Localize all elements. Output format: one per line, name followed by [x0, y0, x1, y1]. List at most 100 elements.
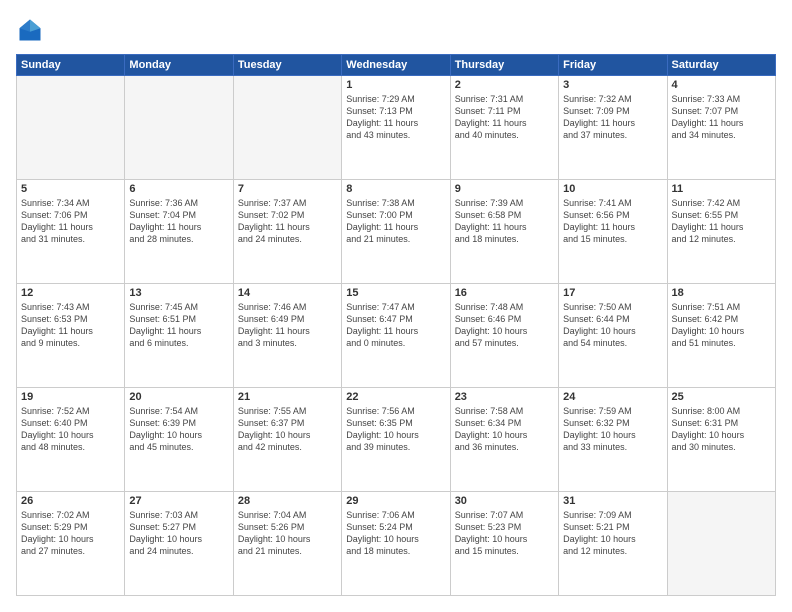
calendar-cell: 31Sunrise: 7:09 AM Sunset: 5:21 PM Dayli… [559, 492, 667, 596]
day-number: 11 [672, 183, 771, 195]
day-info: Sunrise: 7:06 AM Sunset: 5:24 PM Dayligh… [346, 509, 445, 558]
calendar-cell: 12 Sunrise: 7:43 AM Sunset: 6:53 PM Dayli… [17, 284, 125, 388]
day-info: Sunrise: 7:33 AM Sunset: 7:07 PM Dayligh… [672, 93, 771, 142]
day-number: 19 [21, 391, 120, 403]
weekday-header-row: SundayMondayTuesdayWednesdayThursdayFrid… [17, 55, 776, 76]
day-info: Sunrise: 7:58 AM Sunset: 6:34 PM Dayligh… [455, 405, 554, 454]
day-info: Sunrise: 7:52 AM Sunset: 6:40 PM Dayligh… [21, 405, 120, 454]
day-info: Sunrise: 7:39 AM Sunset: 6:58 PM Dayligh… [455, 197, 554, 246]
day-info: Sunrise: 7:42 AM Sunset: 6:55 PM Dayligh… [672, 197, 771, 246]
day-number: 27 [129, 495, 228, 507]
calendar-cell: 13 Sunrise: 7:45 AM Sunset: 6:51 PM Dayli… [125, 284, 233, 388]
day-info: Sunrise: 7:36 AM Sunset: 7:04 PM Dayligh… [129, 197, 228, 246]
calendar-cell [17, 76, 125, 180]
day-number: 5 [21, 183, 120, 195]
day-info: Sunrise: 7:55 AM Sunset: 6:37 PM Dayligh… [238, 405, 337, 454]
day-number: 13 [129, 287, 228, 299]
week-row-3: 12 Sunrise: 7:43 AM Sunset: 6:53 PM Dayli… [17, 284, 776, 388]
calendar-cell: 4 Sunrise: 7:33 AM Sunset: 7:07 PM Daylig… [667, 76, 775, 180]
weekday-header-tuesday: Tuesday [233, 55, 341, 76]
day-number: 18 [672, 287, 771, 299]
day-number: 12 [21, 287, 120, 299]
day-number: 7 [238, 183, 337, 195]
day-number: 23 [455, 391, 554, 403]
day-info: Sunrise: 7:51 AM Sunset: 6:42 PM Dayligh… [672, 301, 771, 350]
logo-icon [16, 16, 44, 44]
calendar-cell: 5 Sunrise: 7:34 AM Sunset: 7:06 PM Daylig… [17, 180, 125, 284]
calendar-cell [667, 492, 775, 596]
day-info: Sunrise: 7:03 AM Sunset: 5:27 PM Dayligh… [129, 509, 228, 558]
day-info: Sunrise: 7:45 AM Sunset: 6:51 PM Dayligh… [129, 301, 228, 350]
calendar-cell: 7 Sunrise: 7:37 AM Sunset: 7:02 PM Daylig… [233, 180, 341, 284]
day-number: 21 [238, 391, 337, 403]
day-number: 10 [563, 183, 662, 195]
week-row-1: 1Sunrise: 7:29 AM Sunset: 7:13 PM Daylig… [17, 76, 776, 180]
calendar-cell: 11 Sunrise: 7:42 AM Sunset: 6:55 PM Dayli… [667, 180, 775, 284]
calendar-cell: 18 Sunrise: 7:51 AM Sunset: 6:42 PM Dayli… [667, 284, 775, 388]
day-info: Sunrise: 7:59 AM Sunset: 6:32 PM Dayligh… [563, 405, 662, 454]
day-info: Sunrise: 7:47 AM Sunset: 6:47 PM Dayligh… [346, 301, 445, 350]
calendar-cell: 9 Sunrise: 7:39 AM Sunset: 6:58 PM Daylig… [450, 180, 558, 284]
day-info: Sunrise: 7:43 AM Sunset: 6:53 PM Dayligh… [21, 301, 120, 350]
calendar-cell: 26 Sunrise: 7:02 AM Sunset: 5:29 PM Dayli… [17, 492, 125, 596]
weekday-header-friday: Friday [559, 55, 667, 76]
day-info: Sunrise: 7:34 AM Sunset: 7:06 PM Dayligh… [21, 197, 120, 246]
day-number: 6 [129, 183, 228, 195]
day-number: 29 [346, 495, 445, 507]
calendar-cell: 16 Sunrise: 7:48 AM Sunset: 6:46 PM Dayli… [450, 284, 558, 388]
day-info: Sunrise: 7:54 AM Sunset: 6:39 PM Dayligh… [129, 405, 228, 454]
day-info: Sunrise: 7:31 AM Sunset: 7:11 PM Dayligh… [455, 93, 554, 142]
weekday-header-sunday: Sunday [17, 55, 125, 76]
day-number: 30 [455, 495, 554, 507]
week-row-5: 26 Sunrise: 7:02 AM Sunset: 5:29 PM Dayli… [17, 492, 776, 596]
day-number: 3 [563, 79, 662, 91]
week-row-2: 5 Sunrise: 7:34 AM Sunset: 7:06 PM Daylig… [17, 180, 776, 284]
day-number: 17 [563, 287, 662, 299]
calendar-cell: 30 Sunrise: 7:07 AM Sunset: 5:23 PM Dayli… [450, 492, 558, 596]
day-number: 4 [672, 79, 771, 91]
day-info: Sunrise: 7:56 AM Sunset: 6:35 PM Dayligh… [346, 405, 445, 454]
day-info: Sunrise: 7:32 AM Sunset: 7:09 PM Dayligh… [563, 93, 662, 142]
logo [16, 16, 48, 44]
calendar-cell [233, 76, 341, 180]
day-number: 28 [238, 495, 337, 507]
calendar-cell: 14Sunrise: 7:46 AM Sunset: 6:49 PM Dayli… [233, 284, 341, 388]
day-number: 2 [455, 79, 554, 91]
calendar-cell: 2 Sunrise: 7:31 AM Sunset: 7:11 PM Daylig… [450, 76, 558, 180]
weekday-header-saturday: Saturday [667, 55, 775, 76]
day-number: 16 [455, 287, 554, 299]
calendar-cell: 28 Sunrise: 7:04 AM Sunset: 5:26 PM Dayli… [233, 492, 341, 596]
calendar-cell: 20Sunrise: 7:54 AM Sunset: 6:39 PM Dayli… [125, 388, 233, 492]
day-number: 25 [672, 391, 771, 403]
calendar-cell: 1Sunrise: 7:29 AM Sunset: 7:13 PM Daylig… [342, 76, 450, 180]
day-info: Sunrise: 7:02 AM Sunset: 5:29 PM Dayligh… [21, 509, 120, 558]
calendar-cell: 27 Sunrise: 7:03 AM Sunset: 5:27 PM Dayli… [125, 492, 233, 596]
page: SundayMondayTuesdayWednesdayThursdayFrid… [0, 0, 792, 612]
weekday-header-thursday: Thursday [450, 55, 558, 76]
calendar-cell: 10Sunrise: 7:41 AM Sunset: 6:56 PM Dayli… [559, 180, 667, 284]
weekday-header-monday: Monday [125, 55, 233, 76]
day-number: 9 [455, 183, 554, 195]
day-number: 24 [563, 391, 662, 403]
calendar-cell: 21 Sunrise: 7:55 AM Sunset: 6:37 PM Dayli… [233, 388, 341, 492]
day-info: Sunrise: 7:48 AM Sunset: 6:46 PM Dayligh… [455, 301, 554, 350]
day-number: 8 [346, 183, 445, 195]
calendar-cell: 23 Sunrise: 7:58 AM Sunset: 6:34 PM Dayli… [450, 388, 558, 492]
day-info: Sunrise: 7:29 AM Sunset: 7:13 PM Dayligh… [346, 93, 445, 142]
header [16, 16, 776, 44]
day-number: 26 [21, 495, 120, 507]
calendar-cell: 3 Sunrise: 7:32 AM Sunset: 7:09 PM Daylig… [559, 76, 667, 180]
day-info: Sunrise: 7:04 AM Sunset: 5:26 PM Dayligh… [238, 509, 337, 558]
day-info: Sunrise: 7:46 AM Sunset: 6:49 PM Dayligh… [238, 301, 337, 350]
day-info: Sunrise: 7:38 AM Sunset: 7:00 PM Dayligh… [346, 197, 445, 246]
calendar-table: SundayMondayTuesdayWednesdayThursdayFrid… [16, 54, 776, 596]
day-info: Sunrise: 7:07 AM Sunset: 5:23 PM Dayligh… [455, 509, 554, 558]
day-number: 22 [346, 391, 445, 403]
calendar-cell: 6 Sunrise: 7:36 AM Sunset: 7:04 PM Daylig… [125, 180, 233, 284]
day-info: Sunrise: 7:09 AM Sunset: 5:21 PM Dayligh… [563, 509, 662, 558]
calendar-cell: 17 Sunrise: 7:50 AM Sunset: 6:44 PM Dayli… [559, 284, 667, 388]
day-info: Sunrise: 7:37 AM Sunset: 7:02 PM Dayligh… [238, 197, 337, 246]
calendar-cell: 25Sunrise: 8:00 AM Sunset: 6:31 PM Dayli… [667, 388, 775, 492]
calendar-cell [125, 76, 233, 180]
day-info: Sunrise: 7:50 AM Sunset: 6:44 PM Dayligh… [563, 301, 662, 350]
